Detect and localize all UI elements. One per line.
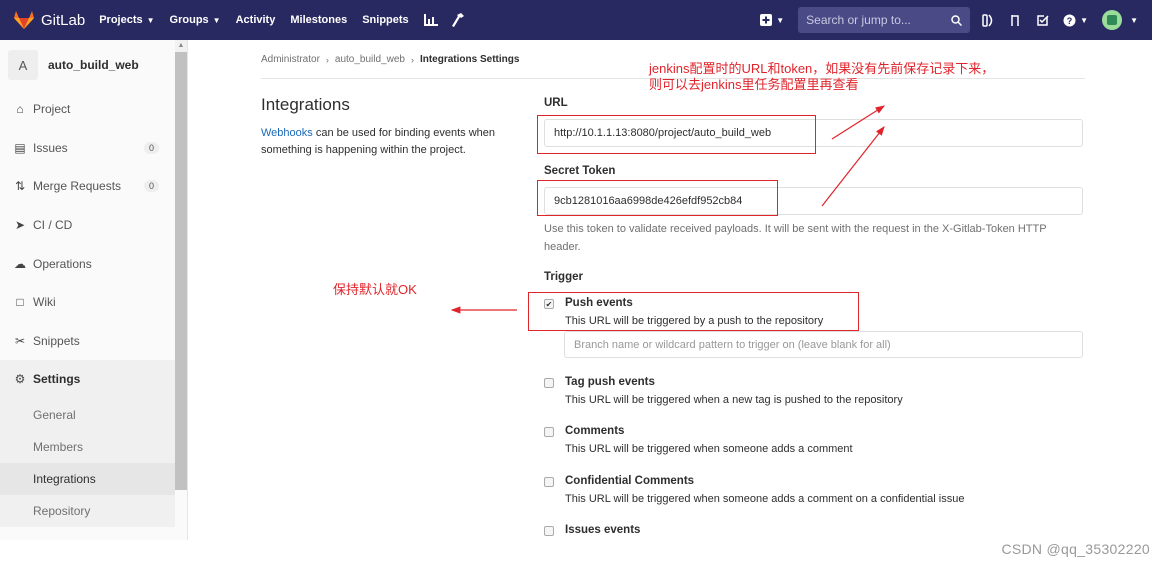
annotation-arrows [450,105,886,314]
arrow-to-note-from-token [821,126,885,207]
csdn-watermark: CSDN @qq_35302220 [1001,541,1150,557]
arrow-to-note-from-url [831,105,886,140]
